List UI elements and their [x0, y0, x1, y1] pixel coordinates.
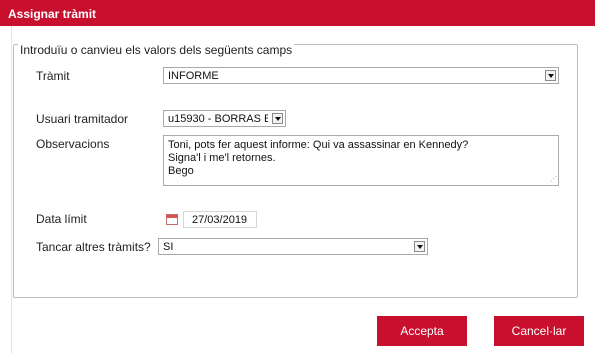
observacions-label: Observacions — [36, 137, 110, 151]
left-divider — [11, 26, 12, 354]
chevron-down-icon[interactable] — [545, 70, 556, 81]
usuari-label: Usuari tramitador — [36, 112, 129, 126]
data-limit-label: Data límit — [36, 212, 87, 226]
data-limit-input[interactable]: 27/03/2019 — [183, 211, 257, 228]
tancar-label: Tancar altres tràmits? — [36, 240, 151, 254]
usuari-select[interactable]: u15930 - BORRAS E — [163, 110, 286, 127]
resize-grip-icon[interactable]: ⋰ — [550, 176, 557, 183]
dialog-title: Assignar tràmit — [8, 7, 97, 21]
accept-button[interactable]: Accepta — [377, 316, 467, 346]
cancel-button[interactable]: Cancel·lar — [494, 316, 584, 346]
observacions-textarea[interactable] — [163, 135, 559, 186]
chevron-down-icon[interactable] — [272, 113, 283, 124]
data-limit-value: 27/03/2019 — [192, 214, 248, 226]
tancar-select[interactable]: SI — [158, 238, 428, 255]
form-legend: Introduïu o canvieu els valors dels segü… — [18, 43, 295, 57]
tramit-label: Tràmit — [36, 69, 70, 83]
chevron-down-icon[interactable] — [414, 241, 425, 252]
tancar-value: SI — [163, 241, 174, 253]
calendar-icon[interactable] — [166, 214, 178, 225]
usuari-value: u15930 - BORRAS E — [168, 113, 268, 125]
dialog-title-bar: Assignar tràmit — [0, 0, 595, 26]
tramit-value: INFORME — [168, 70, 219, 82]
tramit-select[interactable]: INFORME — [163, 67, 559, 84]
